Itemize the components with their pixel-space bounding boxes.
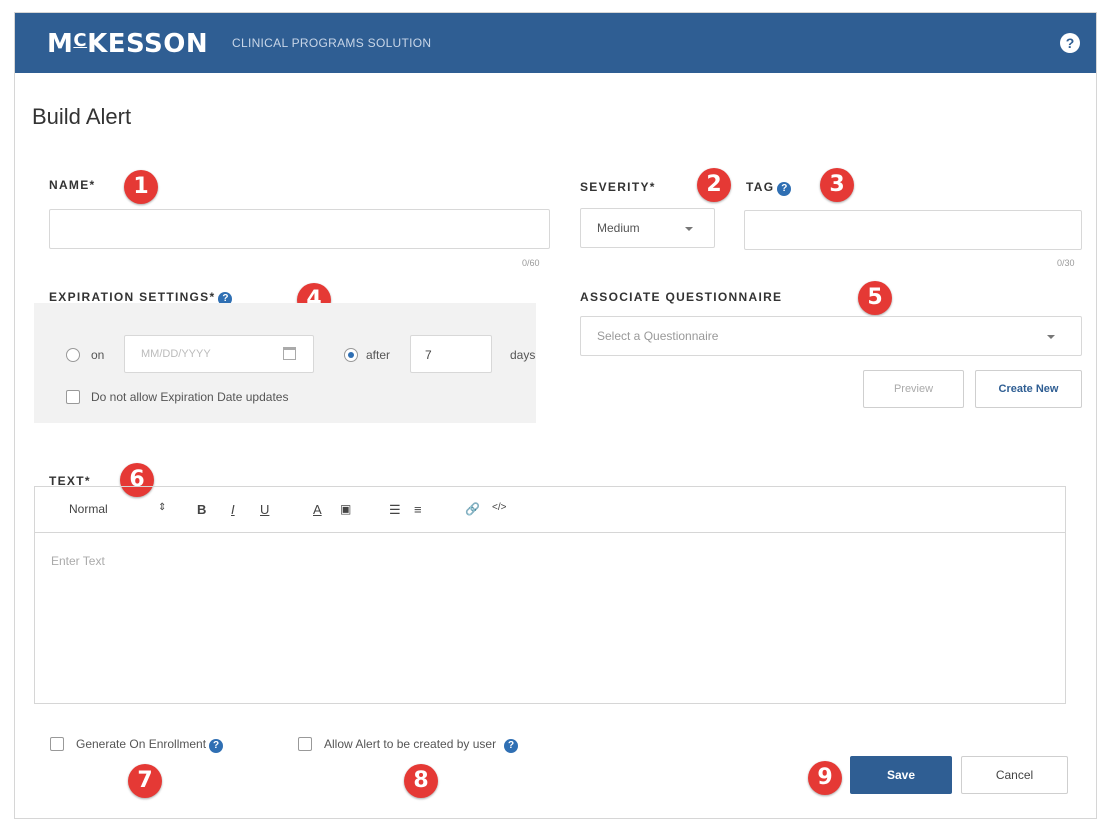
callout-badge-2: 2 [697,168,731,202]
help-icon[interactable]: ? [1060,33,1080,53]
tag-counter: 0/30 [1057,258,1075,268]
expiration-panel: on MM/DD/YYYY after 7 days Do not allow … [34,303,536,423]
callout-badge-1: 1 [124,170,158,204]
tag-input[interactable] [744,210,1082,250]
editor-placeholder: Enter Text [51,554,105,568]
link-icon[interactable]: 🔗 [465,502,480,516]
save-button[interactable]: Save [850,756,952,794]
expire-on-label: on [91,348,105,362]
allow-user-creation-checkbox[interactable] [298,737,312,751]
generate-help-icon[interactable]: ? [209,739,224,753]
no-expiration-update-label: Do not allow Expiration Date updates [91,390,289,404]
page-title: Build Alert [32,104,132,129]
background-color-icon[interactable]: ▣ [340,502,351,516]
name-input[interactable] [49,209,550,249]
cancel-button[interactable]: Cancel [961,756,1068,794]
severity-select[interactable]: Medium [580,208,715,248]
expiration-date-input[interactable]: MM/DD/YYYY [124,335,314,373]
bullet-list-icon[interactable]: ≡ [414,502,422,517]
questionnaire-label: ASSOCIATE QUESTIONNAIRE [580,290,783,304]
allow-user-creation-label: Allow Alert to be created by user? [324,737,519,753]
generate-on-enrollment-checkbox[interactable] [50,737,64,751]
bold-button[interactable]: B [197,502,206,517]
questionnaire-placeholder: Select a Questionnaire [597,329,719,343]
callout-badge-5: 5 [858,281,892,315]
format-select-arrow-icon[interactable]: ⇕ [158,502,166,513]
expire-after-label: after [366,348,391,362]
chevron-down-icon [1047,335,1055,339]
code-icon[interactable]: </> [492,502,506,513]
severity-value: Medium [597,221,640,235]
preview-button[interactable]: Preview [863,370,964,408]
no-expiration-update-checkbox[interactable] [66,390,80,404]
severity-label: SEVERITY* [580,180,656,194]
expire-after-radio[interactable] [344,348,358,362]
callout-badge-9: 9 [808,761,842,795]
days-label: days [510,348,536,362]
questionnaire-select[interactable]: Select a Questionnaire [580,316,1082,356]
underline-button[interactable]: U [260,502,269,517]
callout-badge-7: 7 [128,764,162,798]
font-color-button[interactable]: A [313,502,322,517]
app-header: MCKESSON CLINICAL PROGRAMS SOLUTION ? [15,13,1096,73]
callout-badge-8: 8 [404,764,438,798]
tag-label: TAG? [746,180,792,196]
name-label: NAME* [49,178,96,192]
editor-toolbar: Normal ⇕ B I U A ▣ ☰ ≡ 🔗 </> [35,487,1065,533]
text-editor[interactable]: Normal ⇕ B I U A ▣ ☰ ≡ 🔗 </> Enter Text [34,486,1066,704]
allow-help-icon[interactable]: ? [504,739,519,753]
calendar-icon[interactable] [283,347,296,360]
days-value: 7 [425,348,432,362]
chevron-down-icon [685,227,693,231]
expire-after-days-input[interactable]: 7 [410,335,492,373]
italic-button[interactable]: I [231,502,235,517]
mckesson-logo: MCKESSON [47,29,209,59]
app-subtitle: CLINICAL PROGRAMS SOLUTION [232,36,432,50]
name-counter: 0/60 [522,258,540,268]
ordered-list-icon[interactable]: ☰ [389,502,401,518]
expire-on-radio[interactable] [66,348,80,362]
create-new-button[interactable]: Create New [975,370,1082,408]
tag-help-icon[interactable]: ? [777,182,792,196]
date-placeholder: MM/DD/YYYY [141,348,211,360]
callout-badge-3: 3 [820,168,854,202]
format-select[interactable]: Normal [69,502,108,516]
generate-on-enrollment-label: Generate On Enrollment? [76,737,224,753]
